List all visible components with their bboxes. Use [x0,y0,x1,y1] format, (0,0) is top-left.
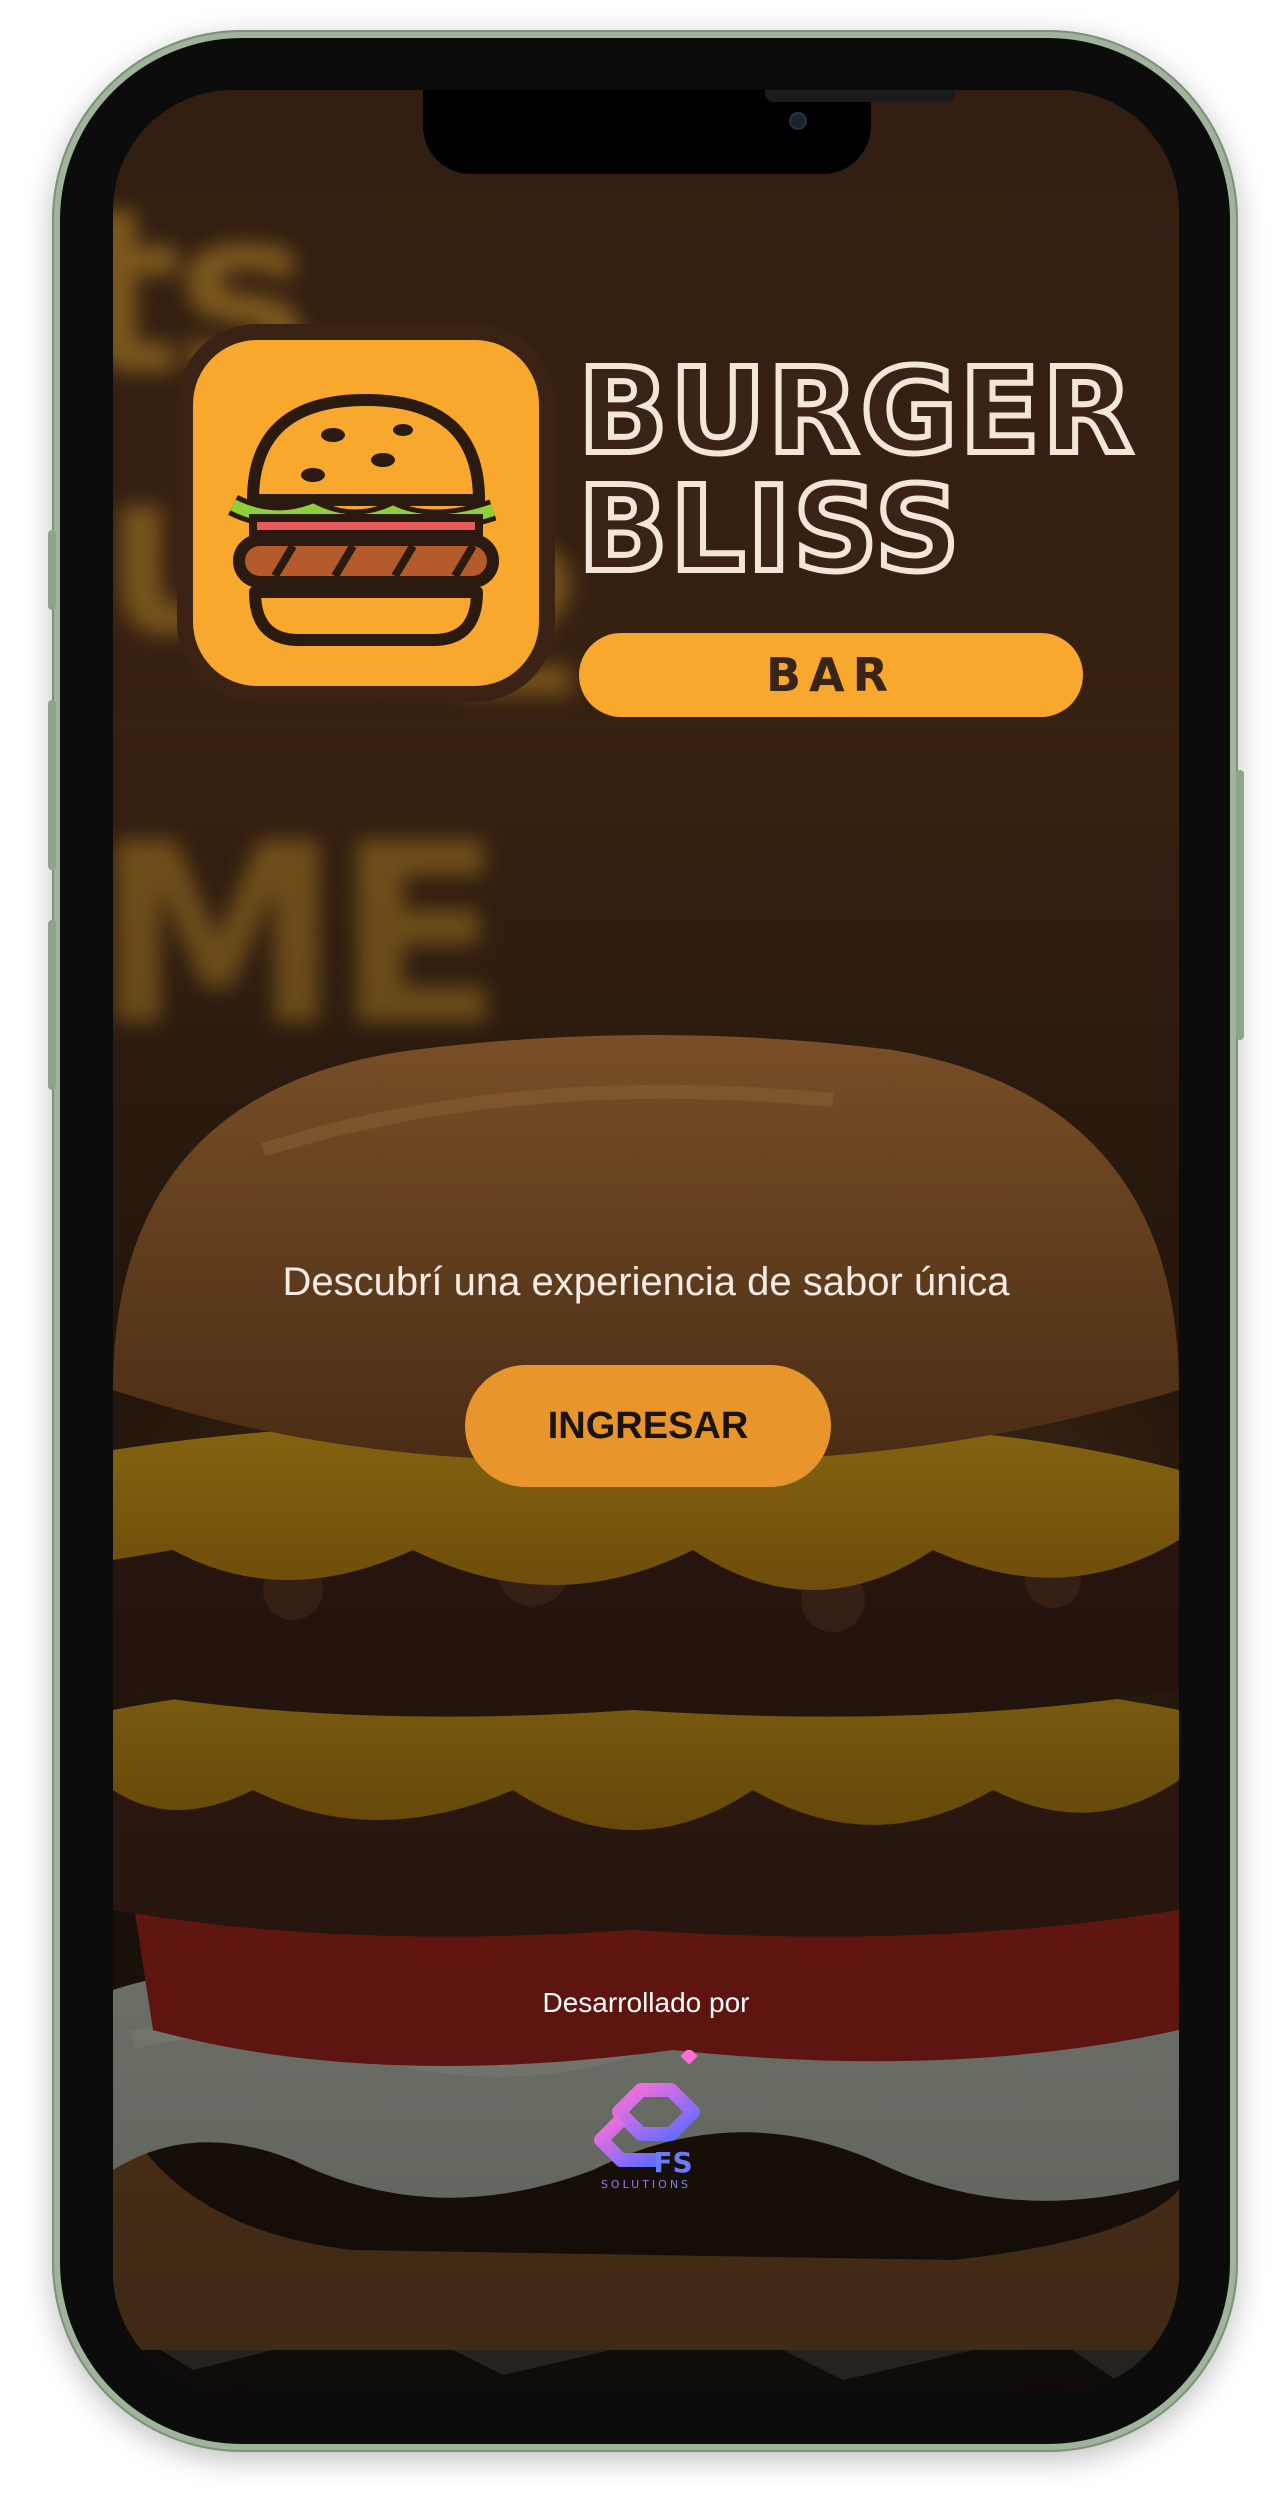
tagline: Descubrí una experiencia de sabor única [282,1260,1010,1304]
side-button-mute [48,530,56,610]
fs-logo-subtext: SOLUTIONS [600,2178,692,2191]
burger-icon [228,394,499,646]
brand-name-line1: BURGER [575,342,1136,480]
brand-name-line2: BLISS [575,460,963,598]
side-button-power [1236,770,1244,1040]
developed-by-label: Desarrollado por [542,1987,750,2018]
side-button-volume-down [48,920,56,1090]
brand-badge: BAR [579,633,1083,717]
app-screen: ts ur 2 ME [113,90,1179,2392]
front-camera [789,112,807,130]
device-notch [423,90,955,174]
side-button-volume-up [48,700,56,870]
speaker-grille [765,90,955,102]
enter-button[interactable]: INGRESAR [465,1365,831,1487]
fs-solutions-logo[interactable]: FS [581,2050,711,2180]
brand-logo [193,340,539,686]
fs-logo-text: FS [653,2146,692,2179]
